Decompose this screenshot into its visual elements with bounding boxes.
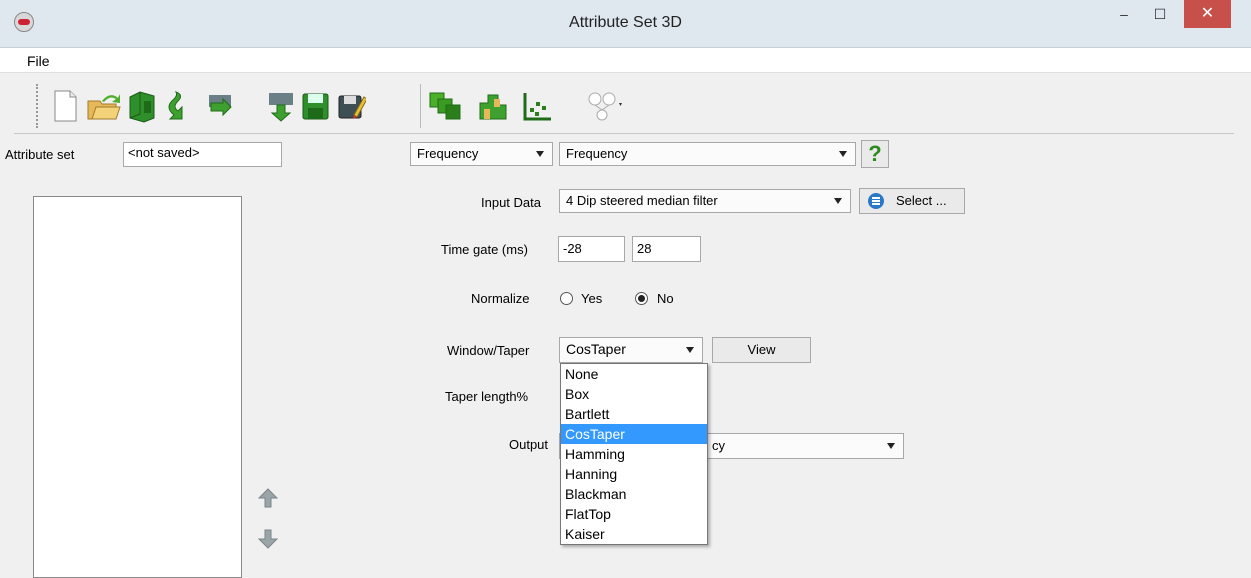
- list-icon: [868, 193, 884, 209]
- attribute-list[interactable]: [33, 196, 242, 578]
- menu-file[interactable]: File: [27, 53, 50, 69]
- dropdown-option-none[interactable]: None: [561, 364, 707, 384]
- open-icon[interactable]: [86, 89, 122, 123]
- input-data-value: 4 Dip steered median filter: [566, 193, 718, 208]
- output-value: cy: [712, 438, 725, 453]
- window-title: Attribute Set 3D: [569, 14, 682, 31]
- attribute-type-value: Frequency: [566, 146, 628, 161]
- toolbar-separator: [420, 84, 421, 128]
- select-button-label: Select ...: [896, 193, 947, 208]
- attribute-category-combo[interactable]: Frequency: [410, 142, 553, 166]
- time-gate-start-field[interactable]: -28: [558, 236, 625, 262]
- attribute-set-label: Attribute set: [5, 147, 75, 162]
- attribute-category-value: Frequency: [417, 146, 479, 161]
- select-input-button[interactable]: Select ...: [859, 188, 965, 214]
- window-taper-dropdown: None Box Bartlett CosTaper Hamming Hanni…: [560, 363, 708, 545]
- dropdown-option-box[interactable]: Box: [561, 384, 707, 404]
- title-bar: Attribute Set 3D: [0, 0, 1251, 48]
- attribute-set-field[interactable]: <not saved>: [123, 142, 282, 167]
- help-icon[interactable]: ?: [861, 140, 889, 168]
- window-taper-combo[interactable]: CosTaper: [559, 337, 703, 363]
- save-icon[interactable]: [300, 89, 330, 123]
- window-taper-label: Window/Taper: [447, 343, 530, 358]
- taper-length-label: Taper length%: [445, 389, 529, 404]
- graph-icon[interactable]: [521, 89, 555, 123]
- evaluate-icon[interactable]: [428, 89, 464, 123]
- export-icon[interactable]: [265, 89, 295, 123]
- window-taper-value: CosTaper: [566, 341, 626, 357]
- chevron-down-icon: [686, 347, 694, 353]
- time-gate-label: Time gate (ms): [441, 242, 528, 257]
- time-gate-stop-field[interactable]: 28: [632, 236, 701, 262]
- normalize-yes-label: Yes: [581, 291, 603, 306]
- output-label: Output: [509, 437, 549, 452]
- chevron-down-icon: [834, 198, 842, 204]
- view-button[interactable]: View: [712, 337, 811, 363]
- save-set-icon[interactable]: [127, 89, 157, 123]
- maximize-button[interactable]: ☐: [1148, 0, 1172, 28]
- reload-icon[interactable]: [203, 89, 233, 123]
- dropdown-option-blackman[interactable]: Blackman: [561, 484, 707, 504]
- normalize-no-radio[interactable]: [635, 292, 648, 305]
- close-button[interactable]: ✕: [1184, 0, 1231, 28]
- input-data-combo[interactable]: 4 Dip steered median filter: [559, 189, 851, 213]
- move-up-icon[interactable]: [256, 486, 280, 510]
- crossplot-icon[interactable]: [476, 89, 510, 123]
- import-icon[interactable]: [164, 89, 188, 123]
- network-icon[interactable]: [585, 89, 625, 123]
- attribute-type-combo[interactable]: Frequency: [559, 142, 856, 166]
- normalize-yes-radio[interactable]: [560, 292, 573, 305]
- menu-bar: File: [0, 48, 1251, 73]
- chevron-down-icon: [839, 151, 847, 157]
- move-down-icon[interactable]: [256, 527, 280, 551]
- dropdown-option-flattop[interactable]: FlatTop: [561, 504, 707, 524]
- toolbar-divider: [14, 133, 1234, 134]
- dropdown-option-costaper[interactable]: CosTaper: [561, 424, 707, 444]
- chevron-down-icon: [887, 443, 895, 449]
- dropdown-option-hanning[interactable]: Hanning: [561, 464, 707, 484]
- dropdown-option-kaiser[interactable]: Kaiser: [561, 524, 707, 544]
- dropdown-option-hamming[interactable]: Hamming: [561, 444, 707, 464]
- chevron-down-icon: [536, 151, 544, 157]
- input-data-label: Input Data: [481, 195, 541, 210]
- normalize-no-label: No: [657, 291, 674, 306]
- new-icon[interactable]: [50, 89, 80, 123]
- normalize-label: Normalize: [471, 291, 530, 306]
- save-as-icon[interactable]: [336, 89, 366, 123]
- minimize-button[interactable]: ‒: [1112, 0, 1136, 28]
- app-icon: [14, 12, 34, 32]
- dropdown-option-bartlett[interactable]: Bartlett: [561, 404, 707, 424]
- toolbar-grip[interactable]: [36, 84, 41, 128]
